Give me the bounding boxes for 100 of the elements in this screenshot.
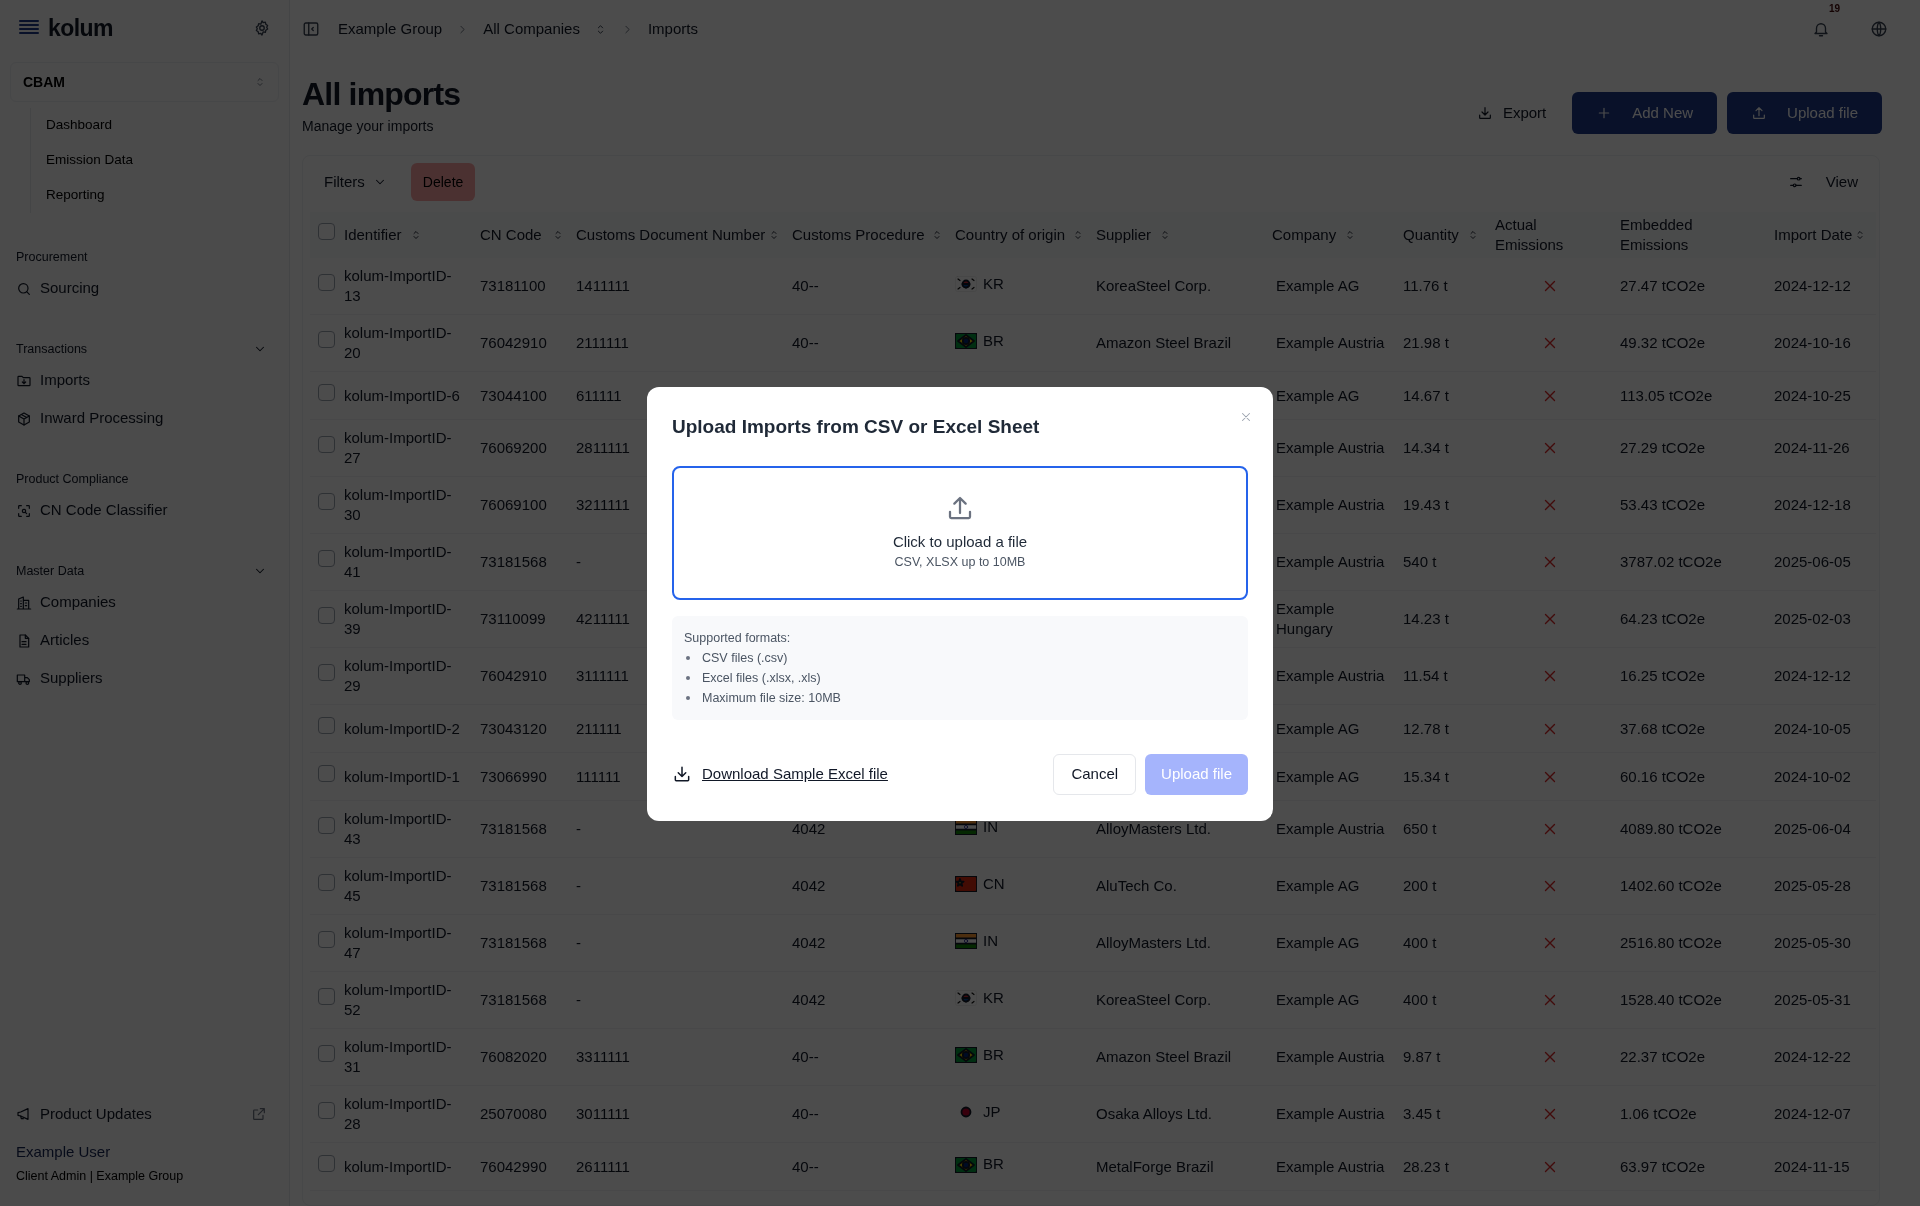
table-cell: Example AG: [1276, 386, 1360, 404]
table-cell: 73181568: [480, 991, 547, 1008]
table-cell: 4211111: [576, 610, 630, 627]
column-header[interactable]: Country of origin: [955, 225, 1066, 245]
table-cell: AlloyMasters Ltd.: [1096, 820, 1212, 837]
column-header[interactable]: Quantity: [1403, 225, 1459, 245]
section-heading: Transactions: [16, 340, 88, 358]
table-cell: 2811111: [576, 439, 630, 456]
table-cell: 73181568: [480, 877, 547, 894]
table-cell: AlloyMasters Ltd.: [1096, 934, 1212, 951]
country-code: IN: [983, 930, 998, 951]
country-code: JP: [983, 1101, 1001, 1122]
table-cell: 73110099: [480, 610, 546, 627]
table-cell: 76082020: [480, 1048, 547, 1065]
table-cell: 2024-11-15: [1774, 1157, 1850, 1175]
identifier-cell: kolum-ImportID-1: [344, 766, 460, 787]
table-cell: 76069100: [480, 496, 547, 513]
table-cell: 73044100: [480, 386, 547, 404]
table-cell: 11.54 t: [1403, 667, 1448, 684]
identifier-cell-text: kolum-ImportID-41: [344, 542, 453, 582]
table-cell: 76042990: [480, 1157, 547, 1175]
identifier-cell-text: kolum-ImportID-43: [344, 809, 453, 849]
table-cell: Example Austria: [1276, 334, 1385, 351]
identifier-cell-text: kolum-ImportID-39: [344, 599, 453, 639]
identifier-cell-text: kolum-ImportID-29: [344, 656, 453, 696]
table-cell: -: [576, 877, 581, 894]
table-cell: 1411111: [576, 277, 630, 294]
download-sample-link[interactable]: Download Sample Excel file: [672, 762, 888, 786]
table-cell: 40--: [792, 277, 819, 294]
table-cell: 540 t: [1403, 553, 1437, 570]
table-cell: 4042: [792, 820, 826, 837]
table-cell: 73181100: [480, 277, 546, 294]
table-cell: 2024-11-26: [1774, 439, 1850, 456]
table-cell: Example Austria: [1276, 496, 1385, 513]
table-cell: 400 t: [1403, 991, 1437, 1008]
table-cell: 2024-12-18: [1774, 496, 1851, 513]
table-cell: 4042: [792, 877, 826, 894]
table-cell: 15.34 t: [1403, 767, 1449, 785]
table-cell: 211111: [576, 719, 622, 737]
table-cell: Example Austria: [1276, 820, 1385, 837]
table-cell: 14.23 t: [1403, 610, 1449, 627]
section-heading: Product Compliance: [16, 470, 129, 488]
table-cell: 76042910: [480, 667, 547, 684]
table-cell: 2516.80 tCO2e: [1620, 934, 1722, 951]
table-cell: Example Austria: [1276, 1157, 1385, 1175]
table-cell: 76042910: [480, 334, 547, 351]
table-cell: 2025-05-28: [1774, 877, 1851, 894]
table-cell: -: [576, 553, 581, 570]
column-header: Embedded Emissions: [1620, 215, 1694, 255]
table-cell: 25070080: [480, 1105, 547, 1122]
format-item: Excel files (.xlsx, .xls): [702, 669, 821, 687]
breadcrumb-current: Imports: [647, 18, 698, 39]
table-cell: 16.25 tCO2e: [1620, 667, 1706, 684]
table-cell: 400 t: [1403, 934, 1437, 951]
format-item: CSV files (.csv): [702, 649, 788, 667]
identifier-cell-text: kolum-ImportID-20: [344, 323, 453, 363]
table-cell: 12.78 t: [1403, 719, 1449, 737]
table-cell: 9.87 t: [1403, 1048, 1441, 1065]
identifier-cell-text: kolum-ImportID-28: [344, 1094, 453, 1134]
cancel-button[interactable]: Cancel: [1053, 753, 1137, 795]
upload-dropzone[interactable]: Click to upload a file CSV, XLSX up to 10MB: [672, 465, 1248, 600]
column-header[interactable]: Supplier: [1096, 225, 1152, 245]
table-cell: 73181568: [480, 553, 547, 570]
identifier-cell: kolum-ImportID-2: [344, 718, 460, 739]
table-cell: 3011111: [576, 1105, 630, 1122]
table-cell: Example Austria: [1276, 1048, 1385, 1065]
table-cell: Example Austria: [1276, 439, 1385, 456]
table-cell: 2024-10-25: [1774, 386, 1851, 404]
table-cell: 2024-10-16: [1774, 334, 1851, 351]
page-subtitle: Manage your imports: [302, 117, 435, 136]
identifier-cell: kolum-ImportID-: [344, 1156, 452, 1177]
table-cell: 2611111: [576, 1157, 630, 1175]
table-cell: KoreaSteel Corp.: [1096, 991, 1212, 1008]
country-code: IN: [983, 816, 998, 837]
table-cell: Example Hungary: [1276, 600, 1335, 637]
table-cell: 4089.80 tCO2e: [1620, 820, 1722, 837]
table-cell: 1528.40 tCO2e: [1620, 991, 1722, 1008]
column-header: Actual Emissions: [1495, 215, 1565, 255]
table-cell: 1402.60 tCO2e: [1620, 877, 1722, 894]
table-cell: 73066990: [480, 767, 547, 785]
table-cell: Example Austria: [1276, 667, 1385, 684]
table-cell: 19.43 t: [1403, 496, 1449, 513]
country-code: BR: [983, 1154, 1004, 1175]
table-cell: 650 t: [1403, 820, 1437, 837]
table-cell: Amazon Steel Brazil: [1096, 1048, 1232, 1065]
close-icon[interactable]: [1239, 410, 1253, 424]
identifier-cell-text: kolum-ImportID-31: [344, 1037, 453, 1077]
table-cell: 49.32 tCO2e: [1620, 334, 1706, 351]
table-cell: 2025-02-03: [1774, 610, 1851, 627]
table-cell: 3211111: [576, 496, 630, 513]
table-cell: 2024-10-05: [1774, 719, 1851, 737]
table-cell: 73181568: [480, 820, 547, 837]
country-code: KR: [983, 987, 1004, 1008]
dropzone-title: Click to upload a file: [892, 531, 1028, 552]
table-cell: -: [576, 820, 581, 837]
table-cell: 63.97 tCO2e: [1620, 1157, 1706, 1175]
table-cell: 3.45 t: [1403, 1105, 1441, 1122]
identifier-cell-text: kolum-ImportID-30: [344, 485, 453, 525]
table-cell: 113.05 tCO2e: [1620, 386, 1713, 404]
table-cell: Example AG: [1276, 719, 1360, 737]
